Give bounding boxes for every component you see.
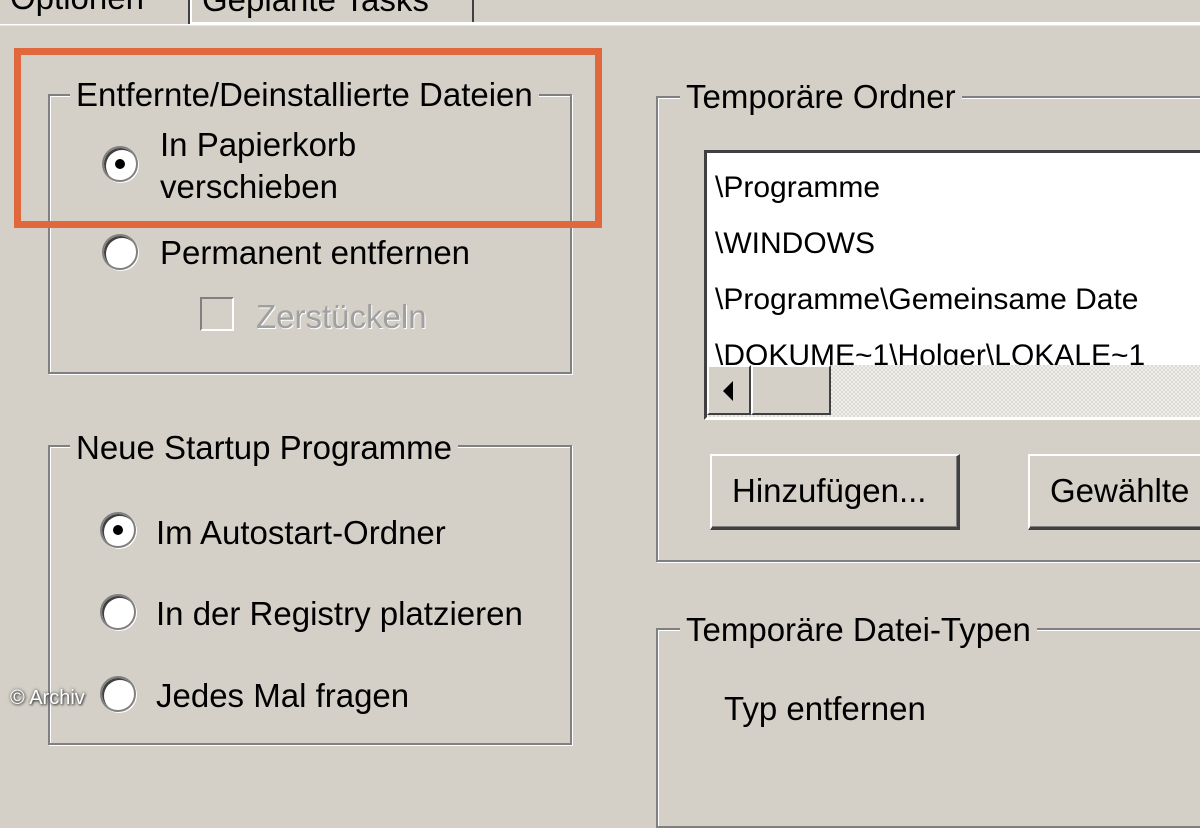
add-folder-button[interactable]: Hinzufügen...	[710, 454, 960, 530]
scroll-thumb[interactable]	[751, 365, 831, 415]
registry-radio[interactable]	[100, 594, 136, 630]
temp-types-group	[656, 628, 1200, 828]
autostart-label: Im Autostart-Ordner	[156, 514, 446, 551]
temp-folders-legend: Temporäre Ordner	[680, 80, 962, 113]
copyright-watermark: © Archiv	[10, 687, 85, 709]
ask-radio[interactable]	[100, 676, 136, 712]
permanent-label: Permanent entfernen	[160, 234, 471, 271]
ask-label: Jedes Mal fragen	[156, 677, 410, 714]
registry-label: In der Registry platzieren	[156, 595, 523, 632]
horizontal-scrollbar[interactable]	[707, 365, 1200, 417]
add-folder-button-label: Hinzufügen...	[732, 472, 927, 509]
tab-geplante-tasks[interactable]: Geplante Tasks	[190, 0, 474, 22]
list-item[interactable]: \Programme\Gemeinsame Date	[715, 285, 1139, 315]
highlight-frame	[14, 48, 602, 228]
tab-geplante-tasks-label: Geplante Tasks	[202, 0, 429, 16]
tab-optionen[interactable]: Optionen	[0, 0, 190, 24]
list-item[interactable]: \Programme	[715, 173, 880, 203]
arrow-left-icon	[723, 381, 733, 401]
remove-selected-button-label: Gewählte	[1050, 472, 1190, 509]
list-item[interactable]: \WINDOWS	[715, 229, 875, 259]
shred-checkbox[interactable]	[200, 297, 234, 331]
remove-selected-button[interactable]: Gewählte	[1028, 454, 1200, 530]
temp-folders-listbox[interactable]: \Programme \WINDOWS \Programme\Gemeinsam…	[704, 150, 1200, 420]
tab-optionen-label: Optionen	[10, 0, 144, 14]
autostart-radio[interactable]	[100, 512, 136, 548]
radio-dot	[113, 525, 123, 535]
permanent-radio[interactable]	[102, 234, 138, 270]
startup-legend: Neue Startup Programme	[70, 431, 459, 464]
remove-type-label[interactable]: Typ entfernen	[724, 692, 926, 725]
shred-label: Zerstückeln	[256, 298, 427, 335]
scroll-left-button[interactable]	[707, 365, 751, 415]
temp-types-legend: Temporäre Datei-Typen	[680, 613, 1037, 646]
